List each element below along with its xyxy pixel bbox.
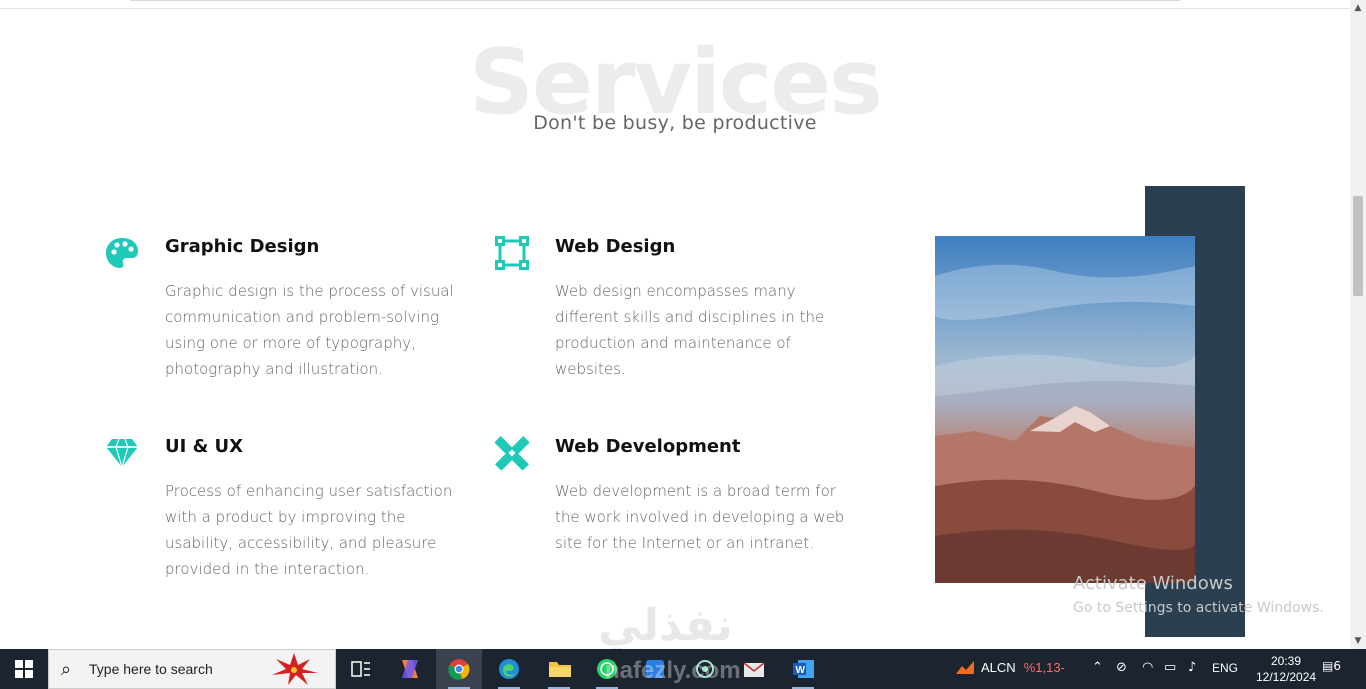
notification-count: 6 bbox=[1333, 659, 1341, 673]
stock-chart-icon bbox=[956, 661, 974, 674]
battery-icon[interactable]: ▭ bbox=[1164, 660, 1176, 675]
word-icon: W bbox=[793, 660, 814, 678]
wifi-icon[interactable]: ◠ bbox=[1142, 660, 1153, 675]
svg-text:W: W bbox=[796, 665, 806, 676]
edge-icon bbox=[499, 659, 519, 679]
service-description: Process of enhancing user satisfaction w… bbox=[165, 482, 453, 578]
windows-taskbar: ⌕ Type here to search W nafezly.com ALCN… bbox=[0, 649, 1366, 689]
poinsettia-icon bbox=[272, 653, 318, 685]
activate-windows-watermark: Activate Windows Go to Settings to activ… bbox=[1073, 572, 1324, 620]
stock-name: ALCN bbox=[981, 660, 1016, 675]
chrome-app[interactable] bbox=[436, 649, 482, 689]
gem-icon bbox=[106, 438, 138, 468]
site-watermark: نفذلي bbox=[598, 600, 733, 649]
service-description: Web design encompasses many different sk… bbox=[555, 282, 825, 378]
task-view-icon bbox=[351, 661, 370, 677]
search-placeholder: Type here to search bbox=[89, 661, 213, 677]
pencil-ruler-icon bbox=[495, 436, 529, 470]
notification-icon: ▤ bbox=[1322, 659, 1334, 673]
stock-widget[interactable]: ALCN %1,13- bbox=[955, 660, 1065, 675]
palette-icon bbox=[106, 238, 138, 268]
windows-logo-icon bbox=[15, 660, 33, 678]
copilot-app[interactable] bbox=[386, 649, 432, 689]
scrollbar-thumb[interactable] bbox=[1353, 196, 1363, 296]
site-watermark-latin: nafezly.com bbox=[605, 657, 741, 684]
mountain-photo bbox=[935, 236, 1195, 583]
word-app[interactable]: W bbox=[780, 649, 826, 689]
chevron-up-icon[interactable]: ⌃ bbox=[1092, 660, 1103, 675]
chrome-icon bbox=[448, 659, 470, 680]
clock-date: 12/12/2024 bbox=[1256, 670, 1317, 684]
start-button[interactable] bbox=[0, 649, 48, 689]
service-title: Web Development bbox=[555, 436, 741, 457]
watermark-line-2: Go to Settings to activate Windows. bbox=[1073, 600, 1324, 616]
watermark-line-1: Activate Windows bbox=[1073, 573, 1233, 594]
clock-time: 20:39 bbox=[1270, 654, 1302, 668]
service-description: Graphic design is the process of visual … bbox=[165, 282, 454, 378]
language-indicator[interactable]: ENG bbox=[1212, 661, 1238, 675]
copilot-icon bbox=[402, 660, 418, 678]
notification-center-button[interactable]: ▤6 bbox=[1322, 659, 1341, 673]
scroll-up-arrow-icon[interactable]: ▲ bbox=[1350, 0, 1366, 16]
task-view-button[interactable] bbox=[338, 649, 384, 689]
clock[interactable]: 20:39 12/12/2024 bbox=[1256, 653, 1316, 685]
service-title: UI & UX bbox=[165, 436, 244, 457]
service-title: Web Design bbox=[555, 236, 676, 257]
folder-icon bbox=[549, 662, 571, 677]
vertical-scrollbar[interactable]: ▲ ▼ bbox=[1350, 0, 1366, 649]
edge-app[interactable] bbox=[486, 649, 532, 689]
section-subtitle: Don't be busy, be productive bbox=[533, 112, 817, 134]
stock-change: %1,13- bbox=[1023, 660, 1065, 675]
file-explorer-app[interactable] bbox=[536, 649, 582, 689]
top-divider bbox=[0, 0, 1350, 9]
network-disconnected-icon[interactable]: ⊘ bbox=[1116, 660, 1127, 675]
browser-viewport: Services Don't be busy, be productive Gr… bbox=[0, 0, 1350, 649]
search-icon: ⌕ bbox=[61, 659, 72, 680]
vector-square-icon bbox=[495, 236, 529, 270]
mail-icon bbox=[743, 662, 765, 677]
scroll-down-arrow-icon[interactable]: ▼ bbox=[1350, 633, 1366, 649]
service-description: Web development is a broad term for the … bbox=[555, 482, 845, 552]
service-title: Graphic Design bbox=[165, 236, 320, 257]
volume-icon[interactable]: ♪ bbox=[1188, 660, 1196, 675]
